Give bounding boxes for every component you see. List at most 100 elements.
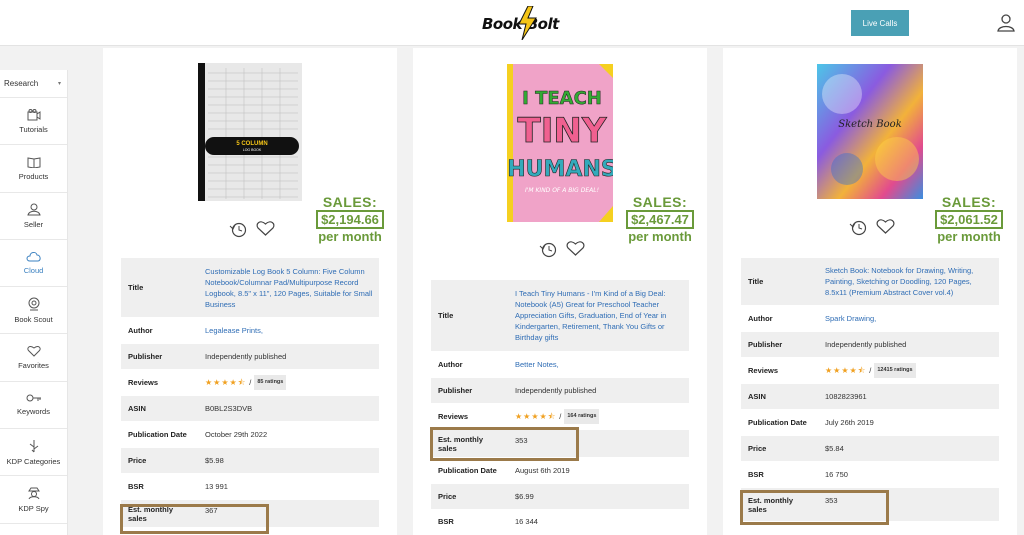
sidebar-item-label: KDP Categories [6, 456, 61, 466]
monthly-sales-highlight [120, 504, 269, 534]
sales-amount: $2,467.47 [626, 210, 694, 229]
sales-amount: $2,194.66 [316, 210, 384, 229]
sidebar-item-label: Seller [23, 220, 44, 230]
user-account-icon[interactable] [996, 12, 1016, 32]
product-card: 5 COLUMN LOG BOOK SALES: $2,194.66 per m… [103, 48, 397, 535]
publication-date-value: October 29th 2022 [205, 430, 268, 439]
reviews-label: Reviews [128, 378, 159, 387]
publication-date-label: Publication Date [438, 466, 497, 475]
sidebar-item-cloud[interactable]: Cloud [0, 240, 67, 288]
monthly-sales-highlight [740, 490, 889, 525]
table-row: Price $6.99 [431, 484, 689, 510]
cover-title: Sketch Book [838, 119, 902, 130]
sales-period: per month [937, 229, 1001, 244]
sales-period: per month [628, 229, 692, 244]
table-row: BSR 16 750 [741, 462, 999, 488]
table-row: Author Better Notes, [431, 352, 689, 378]
book-cover-image[interactable]: Sketch Book [817, 64, 923, 199]
publication-date-label: Publication Date [748, 418, 807, 427]
table-row: Publisher Independently published [431, 378, 689, 404]
sales-estimate: SALES: $2,061.52 per month [923, 194, 1015, 244]
title-link[interactable]: Sketch Book: Notebook for Drawing, Writi… [825, 265, 993, 298]
publisher-label: Publisher [438, 386, 473, 395]
cover-title: 5 COLUMN [236, 141, 267, 147]
sidebar-item-kdp-spy[interactable]: KDP Spy [0, 476, 67, 524]
table-row: Author Spark Drawing, [741, 306, 999, 332]
title-link[interactable]: I Teach Tiny Humans - I'm Kind of a Big … [515, 288, 683, 343]
heart-icon [26, 346, 41, 357]
table-row: Price $5.84 [741, 436, 999, 462]
reviews-label: Reviews [438, 412, 469, 421]
title-link[interactable]: Customizable Log Book 5 Column: Five Col… [205, 266, 373, 310]
star-rating: ★★★★⯪ [515, 412, 557, 421]
table-row: BSR 13 991 [121, 474, 379, 500]
table-row: BSR 16 344 [431, 510, 689, 534]
history-icon[interactable] [228, 220, 248, 238]
table-row: Price $5.98 [121, 448, 379, 474]
card-actions [228, 220, 275, 238]
sidebar-item-keywords[interactable]: Keywords [0, 382, 67, 430]
sidebar-item-label: Tutorials [19, 124, 48, 134]
details-table: Title Sketch Book: Notebook for Drawing,… [741, 258, 999, 522]
table-row: ASIN B0BL2S3DVB [121, 396, 379, 422]
price-label: Price [748, 444, 767, 453]
cover-line-1: I TEACH [522, 88, 602, 109]
asin-label: ASIN [748, 392, 766, 401]
history-icon[interactable] [538, 240, 558, 258]
sidebar-item-favorites[interactable]: Favorites [0, 334, 67, 382]
publisher-label: Publisher [128, 352, 163, 361]
sidebar-item-label: KDP Spy [18, 504, 49, 514]
sidebar-item-tutorials[interactable]: Tutorials [0, 98, 67, 146]
author-link[interactable]: Spark Drawing, [825, 313, 876, 324]
sidebar-item-label: Cloud [23, 266, 44, 276]
book-icon [27, 157, 40, 168]
sales-label: SALES: [941, 194, 997, 210]
publication-date-value: July 26th 2019 [825, 418, 874, 427]
book-bolt-logo[interactable]: Book Bolt [480, 6, 572, 40]
table-row: Publisher Independently published [741, 332, 999, 358]
table-row: Reviews ★★★★⯪/85 ratings [121, 370, 379, 396]
ratings-badge: 85 ratings [254, 375, 287, 390]
heart-icon[interactable] [256, 220, 275, 237]
sidebar-item-label: Favorites [18, 361, 49, 371]
author-link[interactable]: Legalease Prints, [205, 325, 263, 336]
sidebar-item-book-scout[interactable]: Book Scout [0, 287, 67, 335]
author-link[interactable]: Better Notes, [515, 359, 559, 370]
heart-icon[interactable] [876, 218, 895, 235]
bsr-value: 13 991 [205, 482, 228, 491]
table-row: ASIN 1082823961 [741, 384, 999, 410]
history-icon[interactable] [848, 218, 868, 236]
research-select[interactable]: Research ▾ [0, 70, 67, 98]
research-select-value: Research [4, 79, 39, 88]
title-label: Title [748, 277, 764, 286]
publisher-label: Publisher [748, 340, 783, 349]
star-rating: ★★★★⯪ [205, 378, 247, 387]
book-cover-image[interactable]: 5 COLUMN LOG BOOK [198, 63, 302, 201]
live-calls-button[interactable]: Live Calls [851, 10, 909, 36]
bsr-label: BSR [748, 470, 764, 479]
book-cover-image[interactable]: I TEACH TINY HUMANS I'M KIND OF A BIG DE… [507, 64, 613, 222]
sidebar-item-kdp-categories[interactable]: KDP Categories [0, 429, 67, 477]
publisher-value: Independently published [205, 352, 287, 361]
ratings-badge: 164 ratings [564, 409, 600, 424]
categories-icon [29, 439, 38, 453]
bsr-label: BSR [438, 517, 454, 526]
heart-icon[interactable] [566, 240, 585, 257]
table-row: Title Customizable Log Book 5 Column: Fi… [121, 258, 379, 318]
price-value: $5.98 [205, 456, 224, 465]
lightning-icon [518, 6, 537, 40]
spy-icon [27, 487, 40, 500]
sidebar-item-seller[interactable]: Seller [0, 193, 67, 240]
sidebar-item-products[interactable]: Products [0, 145, 67, 193]
title-label: Title [438, 311, 454, 320]
asin-value: B0BL2S3DVB [205, 404, 253, 413]
sidebar-item-label: Keywords [17, 407, 50, 417]
cloud-icon [26, 252, 41, 262]
sales-amount: $2,061.52 [935, 210, 1003, 229]
bsr-label: BSR [128, 482, 144, 491]
details-table: Title Customizable Log Book 5 Column: Fi… [121, 258, 379, 528]
table-row: Publisher Independently published [121, 344, 379, 370]
sidebar-item-label: Book Scout [14, 314, 53, 324]
card-actions [538, 240, 585, 258]
top-header: Book Bolt Live Calls [0, 0, 1024, 46]
